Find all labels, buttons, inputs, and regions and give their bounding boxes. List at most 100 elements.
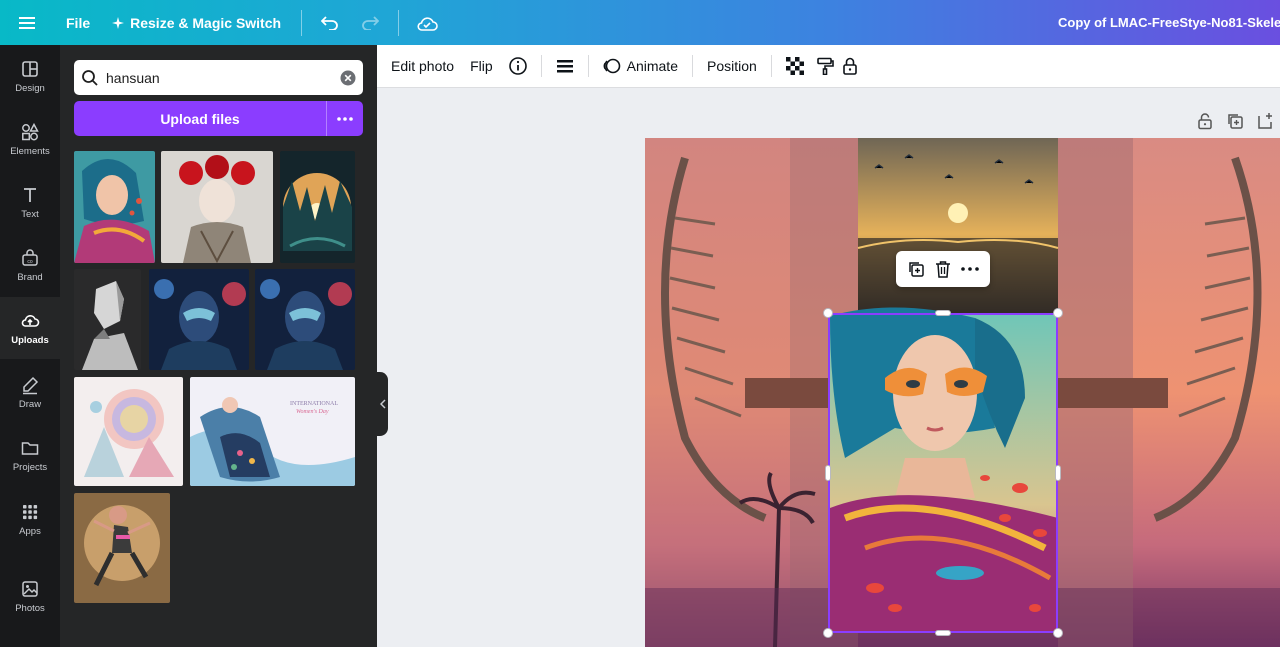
upload-thumbnail-teal-hair-woman[interactable] xyxy=(74,151,155,263)
toolbar-divider xyxy=(770,55,772,77)
border-style-icon xyxy=(556,60,573,73)
clear-icon xyxy=(340,70,356,85)
resize-handle-bottom[interactable] xyxy=(935,630,951,636)
resize-handle-top-left[interactable] xyxy=(823,308,833,318)
upload-thumbnail-papercraft-rainbow[interactable] xyxy=(74,377,183,486)
context-toolbar: Edit photo Flip Animate Position xyxy=(377,45,1280,88)
document-title[interactable]: Copy of LMAC-FreeStye-No81-Skeleton xyxy=(1048,0,1280,45)
lock-icon xyxy=(842,57,857,75)
image-icon xyxy=(22,580,38,597)
copy-style-button[interactable] xyxy=(812,45,838,88)
apps-grid-icon xyxy=(23,504,38,519)
transparency-icon xyxy=(785,57,804,75)
upload-options-button[interactable] xyxy=(327,116,363,121)
rail-item-label: Text xyxy=(21,208,39,220)
upload-thumbnail-forest-portal[interactable] xyxy=(280,151,355,263)
trash-icon[interactable] xyxy=(935,260,951,278)
duplicate-page-icon[interactable] xyxy=(1226,112,1244,130)
layout-icon xyxy=(22,60,38,77)
rail-item-projects[interactable]: Projects xyxy=(0,424,60,486)
search-box[interactable]: hansuan xyxy=(74,60,363,95)
text-icon xyxy=(24,187,36,202)
resize-magic-switch-label: Resize & Magic Switch xyxy=(130,14,282,31)
design-artwork xyxy=(645,138,1280,647)
rail-item-label: Design xyxy=(15,82,45,94)
resize-handle-top-right[interactable] xyxy=(1053,308,1063,318)
main-menu-button[interactable] xyxy=(0,0,54,45)
animate-button[interactable]: Animate xyxy=(595,45,686,88)
redo-icon xyxy=(362,15,380,30)
toolbar-divider xyxy=(301,9,303,36)
upload-thumbnail-rose-crown-woman[interactable] xyxy=(161,151,273,263)
resize-handle-left[interactable] xyxy=(825,465,831,481)
info-icon xyxy=(508,57,527,75)
uploads-panel: hansuan Upload files INTERNATIONAL Women… xyxy=(60,45,377,647)
upload-thumbnail-dancing-figure[interactable] xyxy=(74,493,170,603)
design-canvas[interactable] xyxy=(645,138,1280,647)
hamburger-menu-icon xyxy=(19,16,35,29)
rail-item-label: Photos xyxy=(15,602,45,614)
cloud-upload-icon xyxy=(21,314,40,327)
shapes-icon xyxy=(22,122,39,140)
toolbar-divider xyxy=(691,55,693,77)
rail-item-brand[interactable]: co Brand xyxy=(0,234,60,296)
rail-item-uploads[interactable]: Uploads xyxy=(0,297,60,359)
rail-item-text[interactable]: Text xyxy=(0,171,60,233)
toolbar-divider xyxy=(540,55,542,77)
resize-handle-right[interactable] xyxy=(1055,465,1061,481)
top-bar: File Resize & Magic Switch Copy of LMAC-… xyxy=(0,0,1280,45)
undo-icon xyxy=(321,15,338,30)
brand-kit-icon: co xyxy=(22,248,38,266)
border-style-button[interactable] xyxy=(548,45,582,88)
redo-button[interactable] xyxy=(350,0,390,45)
position-button[interactable]: Position xyxy=(699,45,765,88)
duplicate-icon[interactable] xyxy=(907,260,925,278)
resize-handle-top[interactable] xyxy=(935,310,951,316)
search-icon xyxy=(74,69,106,87)
rail-item-label: Draw xyxy=(18,398,42,410)
resize-handle-bottom-right[interactable] xyxy=(1053,628,1063,638)
lock-page-icon[interactable] xyxy=(1196,112,1214,130)
resize-handle-bottom-left[interactable] xyxy=(823,628,833,638)
rail-item-label: Brand xyxy=(17,271,43,283)
more-horizontal-icon[interactable] xyxy=(961,267,979,271)
info-button[interactable] xyxy=(501,45,535,88)
flip-button[interactable]: Flip xyxy=(462,45,501,88)
rail-item-photos[interactable]: Photos xyxy=(0,565,60,627)
rail-item-apps[interactable]: Apps xyxy=(0,488,60,550)
upload-files-button[interactable]: Upload files xyxy=(74,111,326,127)
rail-item-label: Uploads xyxy=(11,334,49,346)
upload-thumbnail-geometric-bust[interactable] xyxy=(74,269,141,370)
transparency-button[interactable] xyxy=(778,45,812,88)
chevron-left-icon xyxy=(379,399,386,409)
rail-item-design[interactable]: Design xyxy=(0,45,60,107)
magic-sparkle-icon xyxy=(112,16,125,29)
svg-text:co: co xyxy=(27,259,33,265)
file-menu-button[interactable]: File xyxy=(54,0,102,45)
toolbar-divider xyxy=(587,55,589,77)
rail-item-elements[interactable]: Elements xyxy=(0,108,60,170)
upload-thumbnail-womens-day[interactable]: INTERNATIONAL Women's Day xyxy=(190,377,355,486)
add-page-icon[interactable] xyxy=(1256,112,1274,130)
undo-button[interactable] xyxy=(310,0,350,45)
upload-files-button-group: Upload files xyxy=(74,101,363,136)
rail-item-label: Apps xyxy=(19,525,41,537)
edit-photo-button[interactable]: Edit photo xyxy=(377,45,462,88)
folder-icon xyxy=(21,441,39,455)
more-horizontal-icon xyxy=(337,116,353,121)
paint-roller-icon xyxy=(816,57,834,75)
cloud-check-icon xyxy=(417,16,438,31)
collapse-panel-button[interactable] xyxy=(377,372,388,436)
upload-thumbnail-masked-woman-2[interactable] xyxy=(255,269,355,370)
upload-thumbnail-masked-woman-1[interactable] xyxy=(149,269,249,370)
left-rail: Design Elements Text co Brand Uploads Dr… xyxy=(0,45,60,647)
rail-item-label: Projects xyxy=(12,461,48,473)
resize-magic-switch-button[interactable]: Resize & Magic Switch xyxy=(102,0,293,45)
lock-button[interactable] xyxy=(838,45,862,88)
clear-search-button[interactable] xyxy=(333,70,363,86)
save-status-button[interactable] xyxy=(407,0,447,45)
rail-item-draw[interactable]: Draw xyxy=(0,361,60,423)
animate-icon xyxy=(603,58,620,74)
search-input[interactable]: hansuan xyxy=(106,70,333,86)
toolbar-divider xyxy=(398,9,400,36)
